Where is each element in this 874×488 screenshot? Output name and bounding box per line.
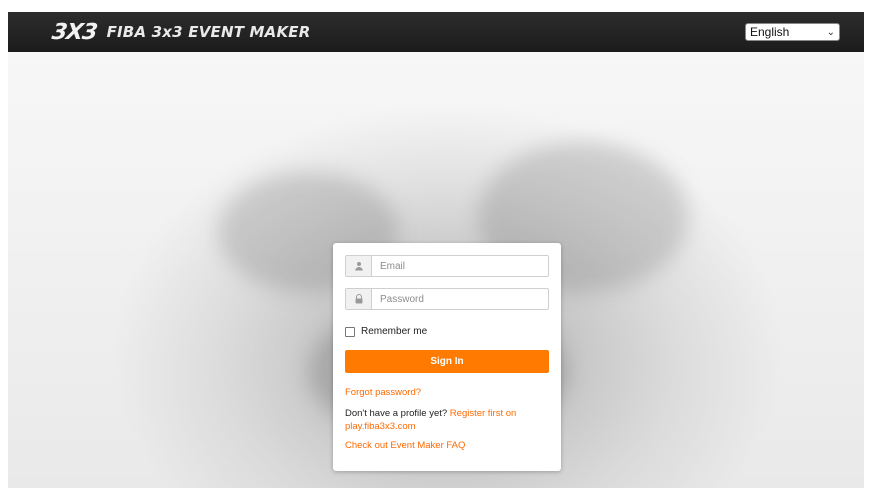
email-input[interactable]	[372, 256, 548, 276]
password-field	[345, 288, 549, 310]
brand-logo: 3X3 FIBA 3x3 EVENT MAKER	[50, 18, 311, 46]
app-title: FIBA 3x3 EVENT MAKER	[106, 23, 311, 41]
chevron-down-icon: ⌄	[826, 26, 835, 38]
top-bar: 3X3 FIBA 3x3 EVENT MAKER English ⌄	[8, 12, 864, 52]
user-icon	[346, 256, 372, 276]
lock-icon	[346, 289, 372, 309]
fiba-3x3-logo-mark: 3X3	[50, 19, 99, 45]
no-profile-text: Don't have a profile yet?	[345, 408, 448, 419]
login-card: Remember me Sign In Forgot password? Don…	[333, 243, 561, 471]
forgot-password-link[interactable]: Forgot password?	[345, 387, 421, 398]
language-selected: English	[750, 25, 790, 39]
register-text: Don't have a profile yet? Register first…	[345, 407, 545, 433]
remember-label: Remember me	[361, 326, 428, 337]
sign-in-button[interactable]: Sign In	[345, 350, 549, 373]
remember-me[interactable]: Remember me	[345, 326, 427, 337]
password-input[interactable]	[372, 289, 548, 309]
language-select[interactable]: English ⌄	[745, 23, 840, 41]
faq-link[interactable]: Check out Event Maker FAQ	[345, 440, 465, 451]
app-frame: 3X3 FIBA 3x3 EVENT MAKER English ⌄ Email…	[8, 12, 864, 488]
email-field	[345, 255, 549, 277]
remember-checkbox[interactable]	[345, 326, 355, 337]
